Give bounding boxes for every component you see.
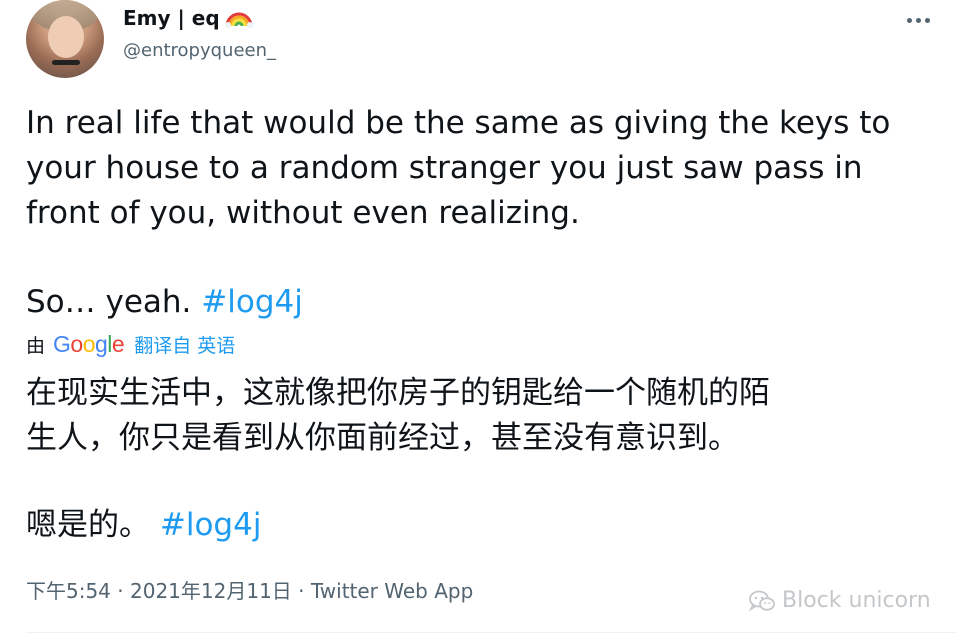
tweet-text: In real life that would be the same as g… [26,101,956,236]
author-name[interactable]: Emy | eq [123,6,254,30]
tweet-text-line: front of you, without even realizing. [26,195,580,231]
tweet-time[interactable]: 下午5:54 [26,579,111,603]
tweet-source[interactable]: Twitter Web App [311,579,473,603]
translated-second-paragraph: 嗯是的。 #log4j [26,503,261,548]
avatar[interactable] [26,0,104,78]
more-dot-icon [906,17,912,23]
tweet-text-line: your house to a random stranger you just… [26,150,863,186]
tweet-date[interactable]: 2021年12月11日 [130,579,292,603]
tweet-second-paragraph-text: So… yeah. [26,284,202,320]
more-options-button[interactable] [898,8,938,32]
translated-text-line: 生人，你只是看到从你面前经过，甚至没有意识到。 [26,420,739,456]
hashtag-link[interactable]: #log4j [201,284,303,320]
google-letter: g [95,330,108,357]
translated-second-paragraph-text: 嗯是的。 [26,507,160,543]
divider [26,632,956,633]
author-handle[interactable]: @entropyqueen_ [123,40,276,61]
rainbow-icon [224,12,253,28]
translated-text-line: 在现实生活中，这就像把你房子的钥匙给一个随机的陌 [26,375,770,411]
avatar-choker [52,60,80,65]
translation-attribution: 由 Google 翻译自 英语 [26,330,235,358]
translated-by-label: 由 [26,334,46,357]
meta-separator: · [110,579,130,603]
google-logo: Google [53,330,125,358]
author-name-text[interactable]: Emy | eq [123,6,220,30]
watermark-text: Block unicorn [782,588,931,613]
google-letter: G [53,330,71,357]
google-letter: o [70,330,83,357]
translated-from-link[interactable]: 翻译自 英语 [134,331,235,358]
more-dot-icon [915,17,921,23]
watermark: Block unicorn [748,588,931,613]
more-dot-icon [924,17,930,23]
wechat-icon [748,590,775,611]
translated-text: 在现实生活中，这就像把你房子的钥匙给一个随机的陌 生人，你只是看到从你面前经过，… [26,371,956,461]
tweet-meta: 下午5:54 · 2021年12月11日 · Twitter Web App [26,575,473,604]
tweet-second-paragraph: So… yeah. #log4j [26,280,303,325]
avatar-face [48,16,84,58]
tweet-card: Emy | eq @entropyqueen_ In real life tha… [0,0,973,644]
google-letter: o [82,330,96,357]
translated-hashtag-link[interactable]: #log4j [160,507,262,543]
google-letter: e [111,330,125,357]
tweet-text-line: In real life that would be the same as g… [26,105,891,141]
meta-separator: · [291,579,311,603]
